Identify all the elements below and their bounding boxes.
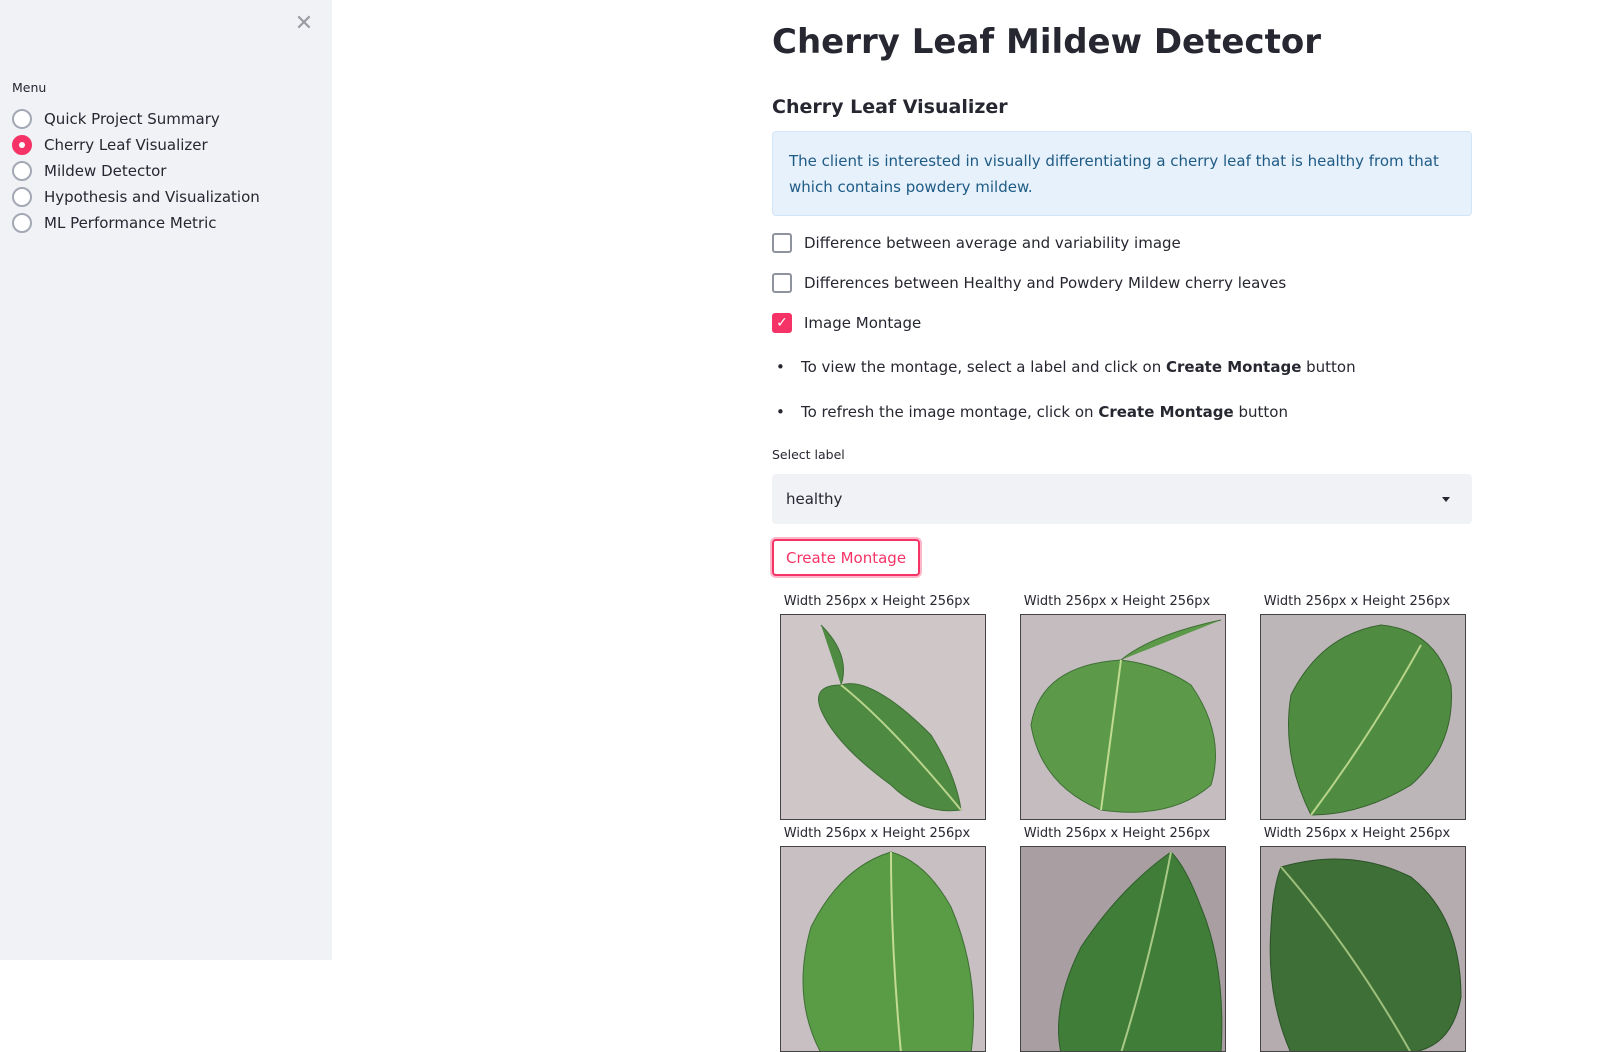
montage-tile: Width 256px x Height 256px (1012, 594, 1226, 820)
leaf-image (780, 614, 986, 820)
leaf-image (1260, 846, 1466, 1052)
checkbox-label: Difference between average and variabili… (804, 234, 1181, 252)
subheader: Cherry Leaf Visualizer (772, 96, 1008, 118)
page-title: Cherry Leaf Mildew Detector (772, 22, 1321, 62)
montage-tile: Width 256px x Height 256px (772, 826, 986, 1052)
tile-caption: Width 256px x Height 256px (783, 594, 971, 609)
menu-item-mildew-detector[interactable]: Mildew Detector (12, 158, 260, 184)
radio-button[interactable] (12, 187, 32, 207)
menu-item-label: ML Performance Metric (44, 214, 217, 232)
checkbox-box[interactable] (772, 273, 792, 293)
montage-tile: Width 256px x Height 256px (1012, 826, 1226, 1052)
leaf-image (1020, 846, 1226, 1052)
menu-item-ml-performance-metric[interactable]: ML Performance Metric (12, 210, 260, 236)
tile-caption: Width 256px x Height 256px (1023, 826, 1211, 841)
checkbox-healthy-vs-mildew[interactable]: Differences between Healthy and Powdery … (772, 273, 1286, 293)
tile-caption: Width 256px x Height 256px (1263, 826, 1451, 841)
sidebar: ✕ Menu Quick Project Summary Cherry Leaf… (0, 0, 332, 960)
radio-button[interactable] (12, 161, 32, 181)
list-item: To view the montage, select a label and … (772, 352, 1356, 397)
radio-button[interactable] (12, 213, 32, 233)
tile-caption: Width 256px x Height 256px (1263, 594, 1451, 609)
menu-item-label: Mildew Detector (44, 162, 167, 180)
checkbox-average-variability[interactable]: Difference between average and variabili… (772, 233, 1181, 253)
close-icon[interactable]: ✕ (292, 12, 316, 36)
checkbox-box[interactable] (772, 233, 792, 253)
menu-item-label: Cherry Leaf Visualizer (44, 136, 208, 154)
label-select[interactable]: healthy (772, 474, 1472, 524)
menu-item-label: Hypothesis and Visualization (44, 188, 260, 206)
leaf-image (1260, 614, 1466, 820)
menu-item-quick-project-summary[interactable]: Quick Project Summary (12, 106, 260, 132)
radio-button-selected[interactable] (12, 135, 32, 155)
select-label: Select label (772, 447, 845, 462)
checkbox-label: Differences between Healthy and Powdery … (804, 274, 1287, 292)
menu-label: Menu (12, 80, 47, 95)
checkbox-label: Image Montage (804, 314, 922, 332)
select-value: healthy (786, 490, 843, 508)
montage-tile: Width 256px x Height 256px (1252, 826, 1466, 1052)
montage-tile: Width 256px x Height 256px (772, 594, 986, 820)
menu-item-label: Quick Project Summary (44, 110, 220, 128)
tile-caption: Width 256px x Height 256px (783, 826, 971, 841)
chevron-down-icon (1442, 496, 1450, 502)
tile-caption: Width 256px x Height 256px (1023, 594, 1211, 609)
checkbox-image-montage[interactable]: ✓ Image Montage (772, 313, 921, 333)
instruction-list: To view the montage, select a label and … (772, 352, 1356, 442)
checkmark-icon[interactable]: ✓ (772, 313, 792, 333)
list-item: To refresh the image montage, click on C… (772, 397, 1356, 442)
menu-item-hypothesis-and-visualization[interactable]: Hypothesis and Visualization (12, 184, 260, 210)
menu-item-cherry-leaf-visualizer[interactable]: Cherry Leaf Visualizer (12, 132, 260, 158)
create-montage-button[interactable]: Create Montage (772, 539, 921, 576)
leaf-image (1020, 614, 1226, 820)
montage-tile: Width 256px x Height 256px (1252, 594, 1466, 820)
radio-button[interactable] (12, 109, 32, 129)
menu-radio-group: Quick Project Summary Cherry Leaf Visual… (12, 106, 260, 236)
info-box: The client is interested in visually dif… (772, 131, 1472, 216)
leaf-image (780, 846, 986, 1052)
